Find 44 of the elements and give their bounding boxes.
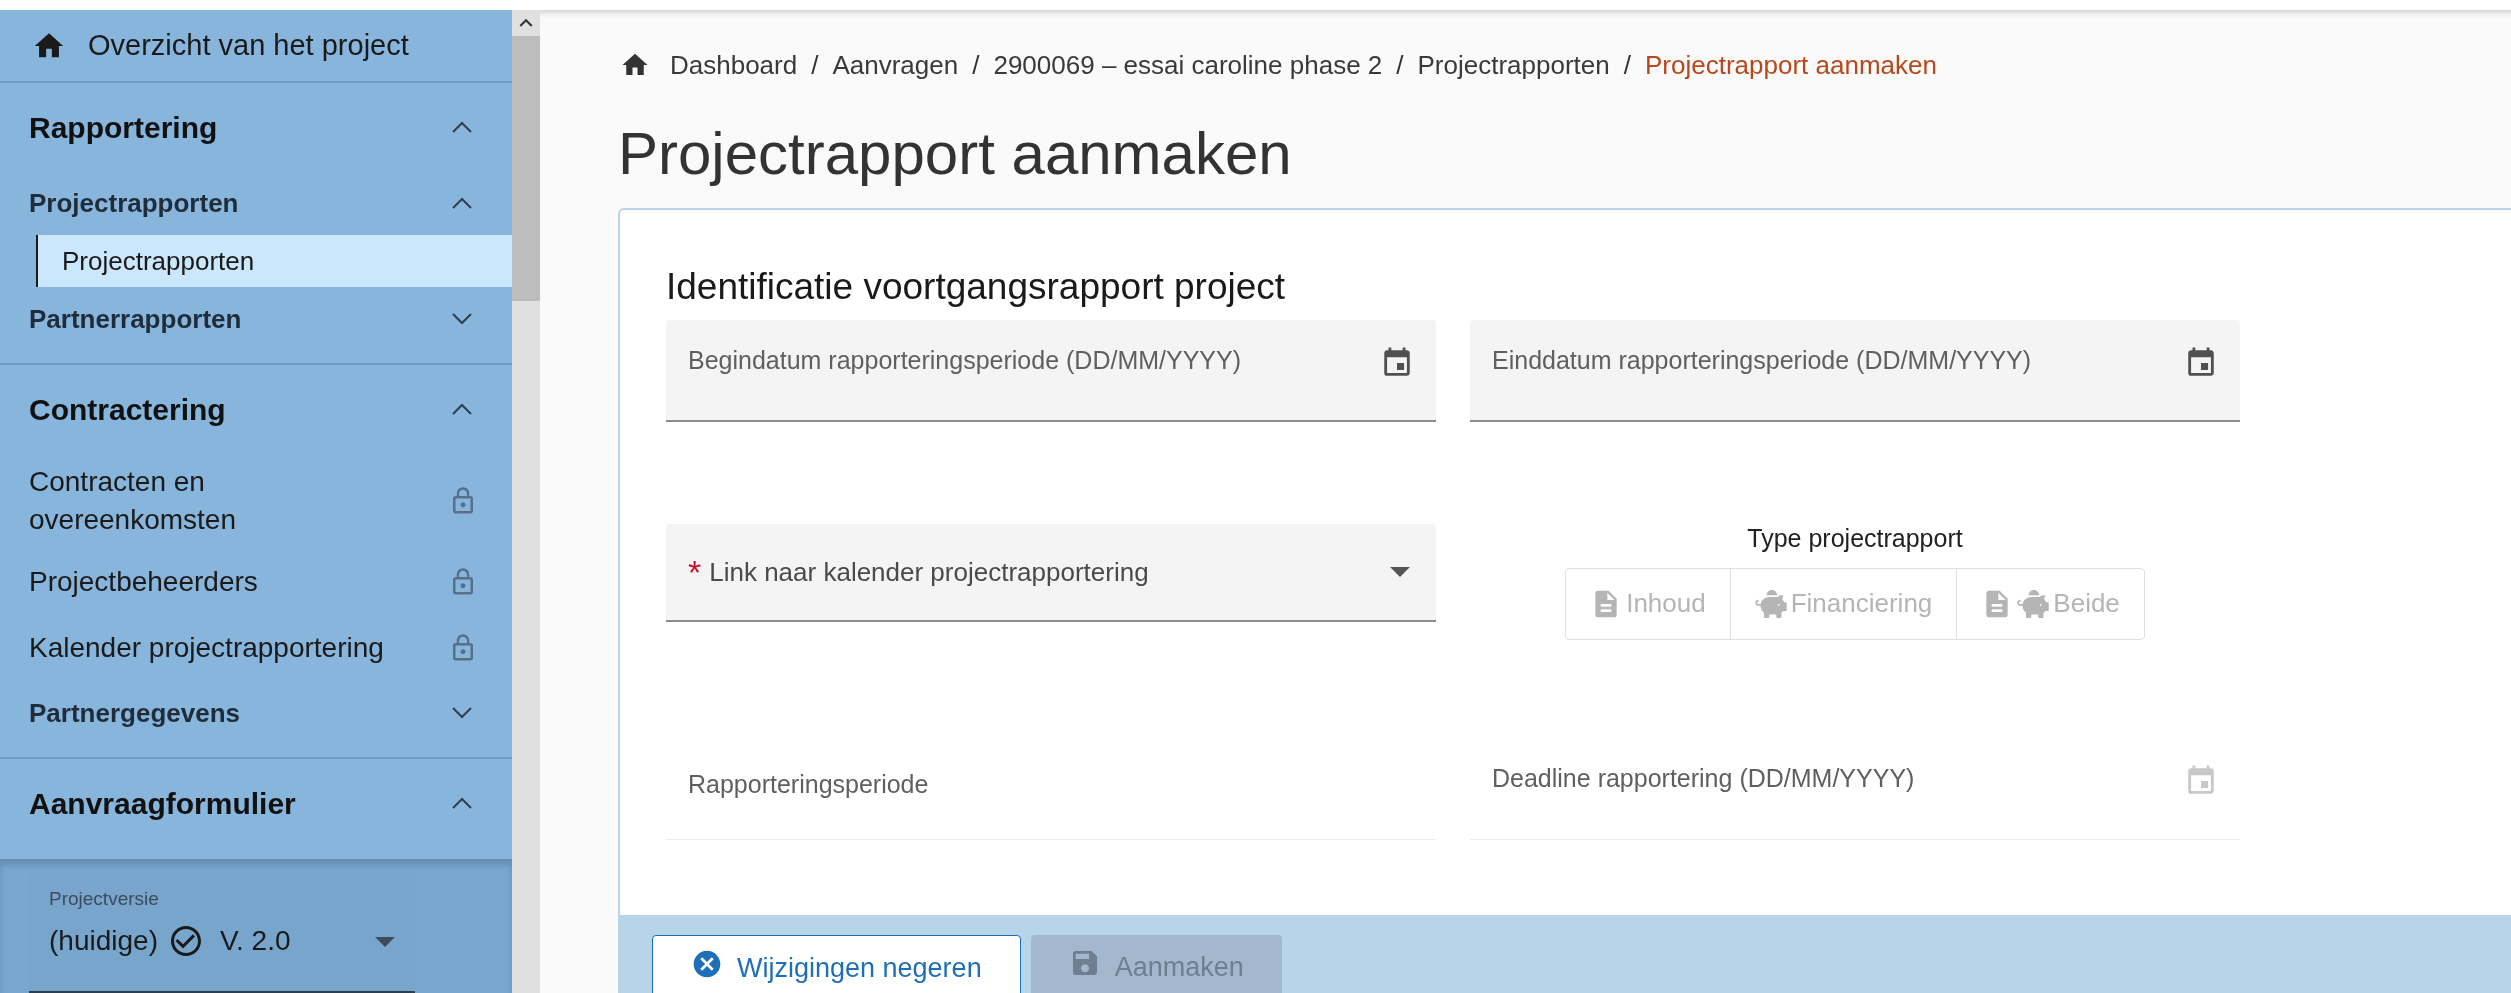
date-field[interactable]: Begindatum rapporteringsperiode (DD/MM/YYYY): [666, 320, 1436, 422]
piggy-bank-icon: [2017, 589, 2050, 618]
scrollbar-thumb[interactable]: [512, 36, 540, 301]
breadcrumb-link[interactable]: Dashboard: [670, 45, 798, 85]
sidebar-link[interactable]: Projectbeheerders: [29, 563, 258, 601]
section-heading[interactable]: Contractering: [29, 386, 226, 432]
breadcrumb-link[interactable]: Projectrapport aanmaken: [1645, 45, 1937, 85]
text-field[interactable]: Rapporteringsperiode: [666, 737, 1436, 840]
field-label: Link naar kalender projectrapportering: [709, 555, 1149, 589]
sidebar-group-label[interactable]: Projectrapporten: [29, 183, 239, 223]
breadcrumb-separator: /: [1396, 48, 1404, 82]
version-value: V. 2.0: [219, 923, 291, 958]
sidebar-subitem[interactable]: Projectrapporten: [36, 235, 512, 287]
breadcrumb-link[interactable]: Aanvragen: [832, 45, 959, 85]
cancel-button[interactable]: Wijzigingen negeren: [652, 935, 1021, 993]
section-heading[interactable]: Rapportering: [29, 104, 218, 150]
form-heading: Identificatie voortgangsrapport project: [666, 265, 1287, 310]
section-heading[interactable]: Aanvraagformulier: [29, 780, 296, 826]
date-field[interactable]: Einddatum rapporteringsperiode (DD/MM/YYYY): [1470, 320, 2240, 422]
piggy-bank-icon: [1754, 589, 1787, 618]
sidebar-group-label[interactable]: Partnergegevens: [29, 693, 240, 733]
required-mark: *: [688, 555, 702, 589]
version-select[interactable]: Projectversie (huidige) V. 2.0: [29, 873, 415, 993]
breadcrumb-separator: /: [1623, 48, 1631, 82]
dropdown-caret-icon: [1390, 567, 1410, 577]
field-label: Rapporteringsperiode: [688, 768, 929, 800]
field-label: Deadline rapportering (DD/MM/YYYY): [1492, 762, 1915, 794]
field-label: Begindatum rapporteringsperiode (DD/MM/YYYY): [688, 345, 1241, 376]
breadcrumb-link[interactable]: Projectrapporten: [1417, 45, 1610, 85]
breadcrumb-link[interactable]: 2900069 – essai caroline phase 2: [993, 45, 1383, 85]
sidebar-link[interactable]: Overzicht van het project: [88, 23, 409, 68]
breadcrumb-separator: /: [972, 48, 980, 82]
group-label: Type projectrapport: [1747, 523, 1963, 554]
close-icon: [691, 948, 723, 980]
select-field[interactable]: * Link naar kalender projectrapportering: [666, 524, 1436, 622]
version-prefix: (huidige): [49, 923, 158, 958]
breadcrumb-separator: /: [811, 48, 819, 82]
page-title: Projectrapport aanmaken: [618, 119, 1293, 189]
field-label: Einddatum rapporteringsperiode (DD/MM/YYYY): [1492, 345, 2032, 376]
dropdown-caret-icon: [375, 937, 395, 947]
sidebar-group-label[interactable]: Partnerrapporten: [29, 299, 242, 339]
field-label: Projectversie: [49, 887, 160, 911]
sidebar-link[interactable]: Kalender projectrapportering: [29, 629, 384, 667]
sidebar-link[interactable]: Contracten en overeenkomsten: [29, 463, 419, 539]
